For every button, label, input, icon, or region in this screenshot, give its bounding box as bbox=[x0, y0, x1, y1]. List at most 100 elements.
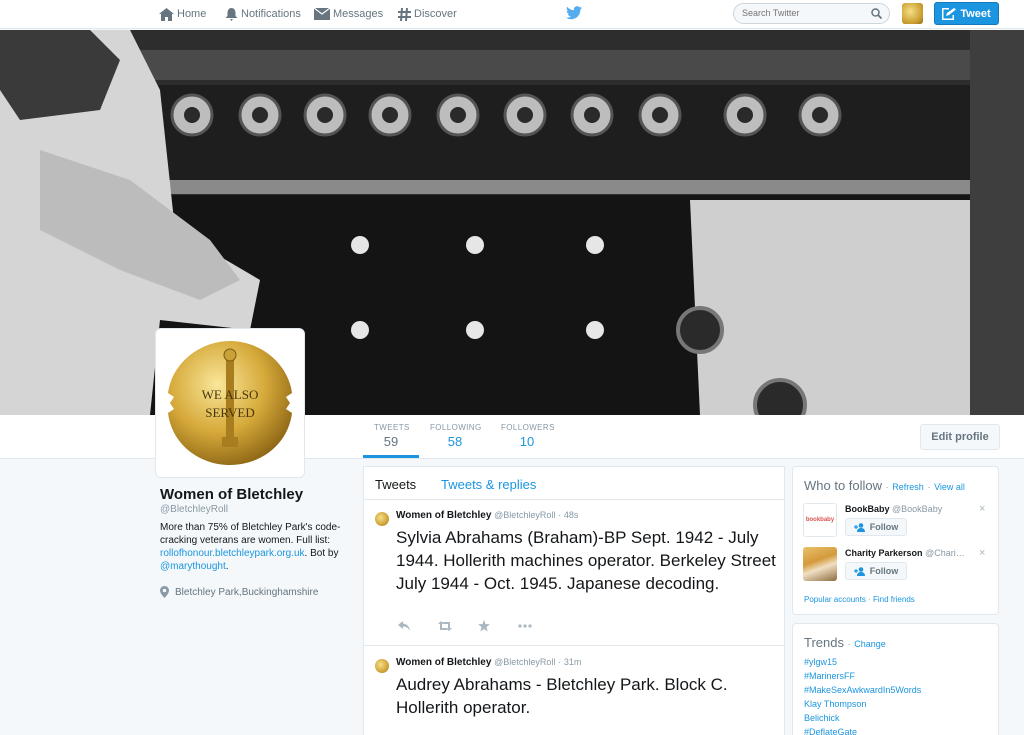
nav-discover-label: Discover bbox=[414, 8, 457, 20]
bio-text: More than 75% of Bletchley Park's code-c… bbox=[160, 522, 341, 546]
find-friends-link[interactable]: Find friends bbox=[873, 595, 915, 604]
trend-item[interactable]: Belichick bbox=[804, 713, 840, 723]
tweet-item[interactable]: Women of Bletchley @BletchleyRoll · 48s … bbox=[364, 500, 784, 646]
dismiss-icon[interactable]: × bbox=[979, 547, 985, 559]
user-handle: @Chari… bbox=[925, 548, 965, 558]
stat-tweets-value: 59 bbox=[383, 434, 399, 449]
compose-tweet-label: Tweet bbox=[960, 7, 991, 20]
user-avatar[interactable]: bookbaby bbox=[803, 503, 837, 537]
nav-messages-label: Messages bbox=[333, 8, 384, 20]
stat-tweets[interactable]: TWEETS 59 bbox=[374, 423, 410, 449]
active-tab-indicator bbox=[363, 455, 419, 458]
location-text: Bletchley Park,Buckinghamshire bbox=[175, 586, 319, 598]
add-user-icon bbox=[853, 566, 865, 576]
user-name[interactable]: BookBaby @BookBaby bbox=[845, 504, 942, 514]
tweet-item[interactable]: Women of Bletchley @BletchleyRoll · 31m … bbox=[364, 647, 784, 735]
user-name[interactable]: Charity Parkerson @Chari… bbox=[845, 548, 965, 558]
profile-nav-bar: TWEETS 59 FOLLOWING 58 FOLLOWERS 10 Edit… bbox=[0, 415, 1024, 459]
stat-following[interactable]: FOLLOWING 58 bbox=[430, 423, 482, 449]
hashtag-icon bbox=[398, 7, 411, 21]
top-navigation: Home Notifications Messages Discover Twe… bbox=[0, 0, 1024, 29]
links-separator: · bbox=[868, 595, 871, 604]
title-separator: · bbox=[927, 482, 931, 492]
nav-discover[interactable]: Discover bbox=[398, 6, 457, 22]
tweet-avatar[interactable] bbox=[375, 659, 389, 673]
trends-card: Trends · Change #ylgw15 #MarinersFF #Mak… bbox=[792, 623, 999, 735]
popular-accounts-link[interactable]: Popular accounts bbox=[804, 595, 866, 604]
stat-followers-label: FOLLOWERS bbox=[501, 423, 555, 432]
more-dots-icon bbox=[518, 624, 532, 628]
timeline-tabs: Tweets Tweets & replies bbox=[364, 467, 784, 500]
home-icon bbox=[159, 7, 174, 21]
profile-name[interactable]: Women of Bletchley bbox=[160, 486, 303, 503]
location-pin-icon bbox=[160, 586, 169, 598]
reply-button[interactable] bbox=[398, 620, 438, 632]
trend-item[interactable]: #MakeSexAwkwardIn5Words bbox=[804, 685, 921, 695]
medal-image: WE ALSO SERVED bbox=[168, 341, 292, 465]
user-avatar[interactable] bbox=[803, 547, 837, 581]
nav-notifications[interactable]: Notifications bbox=[225, 6, 301, 22]
retweet-icon bbox=[438, 621, 452, 631]
trend-item[interactable]: #DeflateGate bbox=[804, 727, 857, 735]
search-input[interactable] bbox=[742, 8, 867, 18]
nav-home[interactable]: Home bbox=[159, 6, 206, 22]
add-user-icon bbox=[853, 522, 865, 532]
favorite-button[interactable] bbox=[478, 620, 518, 632]
bio-mention[interactable]: @marythought bbox=[160, 561, 226, 572]
follow-label: Follow bbox=[869, 522, 899, 532]
user-display-name: BookBaby bbox=[845, 504, 890, 514]
trend-item[interactable]: Klay Thompson bbox=[804, 699, 866, 709]
reply-icon bbox=[398, 621, 410, 631]
header-photo bbox=[0, 30, 1024, 415]
nav-messages[interactable]: Messages bbox=[314, 6, 383, 22]
bio-link[interactable]: rollofhonour.bletchleypark.org.uk bbox=[160, 548, 305, 559]
profile-avatar[interactable]: WE ALSO SERVED bbox=[155, 328, 305, 478]
tweet-author-name[interactable]: Women of Bletchley bbox=[396, 657, 491, 668]
title-separator: · bbox=[847, 639, 851, 649]
nav-notifications-label: Notifications bbox=[241, 8, 301, 20]
view-all-link[interactable]: View all bbox=[934, 482, 965, 492]
stat-followers[interactable]: FOLLOWERS 10 bbox=[501, 423, 555, 449]
star-icon bbox=[478, 620, 490, 632]
tweet-author-name[interactable]: Women of Bletchley bbox=[396, 510, 491, 521]
title-separator: · bbox=[885, 482, 889, 492]
dismiss-icon[interactable]: × bbox=[979, 503, 985, 515]
retweet-button[interactable] bbox=[438, 620, 478, 632]
follow-button[interactable]: Follow bbox=[845, 518, 907, 536]
tab-tweets-replies[interactable]: Tweets & replies bbox=[441, 477, 536, 492]
bio-end: . bbox=[225, 561, 229, 572]
profile-handle: @BletchleyRoll bbox=[160, 504, 228, 515]
envelope-icon bbox=[314, 8, 330, 20]
search-icon[interactable] bbox=[871, 8, 882, 19]
trend-item[interactable]: #MarinersFF bbox=[804, 671, 855, 681]
bell-icon bbox=[225, 7, 238, 21]
tweet-dot: · bbox=[558, 657, 562, 667]
stat-tweets-label: TWEETS bbox=[374, 423, 410, 432]
change-link[interactable]: Change bbox=[854, 639, 886, 649]
user-handle: @BookBaby bbox=[892, 504, 943, 514]
account-avatar[interactable] bbox=[902, 3, 923, 24]
medal-text-line2: SERVED bbox=[205, 405, 255, 420]
profile-bio: More than 75% of Bletchley Park's code-c… bbox=[160, 521, 350, 573]
compose-tweet-button[interactable]: Tweet bbox=[934, 2, 999, 25]
tweet-header: Women of Bletchley @BletchleyRoll · 48s bbox=[396, 510, 578, 521]
tweet-timestamp[interactable]: 31m bbox=[564, 657, 582, 667]
stat-following-label: FOLLOWING bbox=[430, 423, 482, 432]
tweet-avatar[interactable] bbox=[375, 512, 389, 526]
profile-location: Bletchley Park,Buckinghamshire bbox=[160, 586, 318, 598]
twitter-bird-icon[interactable] bbox=[566, 6, 582, 20]
tab-tweets[interactable]: Tweets bbox=[375, 477, 416, 492]
follow-button[interactable]: Follow bbox=[845, 562, 907, 580]
who-to-follow-heading: Who to follow bbox=[804, 478, 883, 493]
more-button[interactable] bbox=[518, 620, 558, 632]
trends-heading: Trends bbox=[804, 635, 844, 650]
tweet-header: Women of Bletchley @BletchleyRoll · 31m bbox=[396, 657, 581, 668]
bio-mid: . Bot by bbox=[304, 548, 339, 559]
tweet-text: Sylvia Abrahams (Braham)-BP Sept. 1942 -… bbox=[396, 528, 776, 593]
user-display-name: Charity Parkerson bbox=[845, 548, 923, 558]
tweet-timestamp[interactable]: 48s bbox=[564, 510, 579, 520]
trend-item[interactable]: #ylgw15 bbox=[804, 657, 837, 667]
nav-home-label: Home bbox=[177, 8, 207, 20]
edit-profile-button[interactable]: Edit profile bbox=[920, 424, 1000, 450]
refresh-link[interactable]: Refresh bbox=[892, 482, 924, 492]
